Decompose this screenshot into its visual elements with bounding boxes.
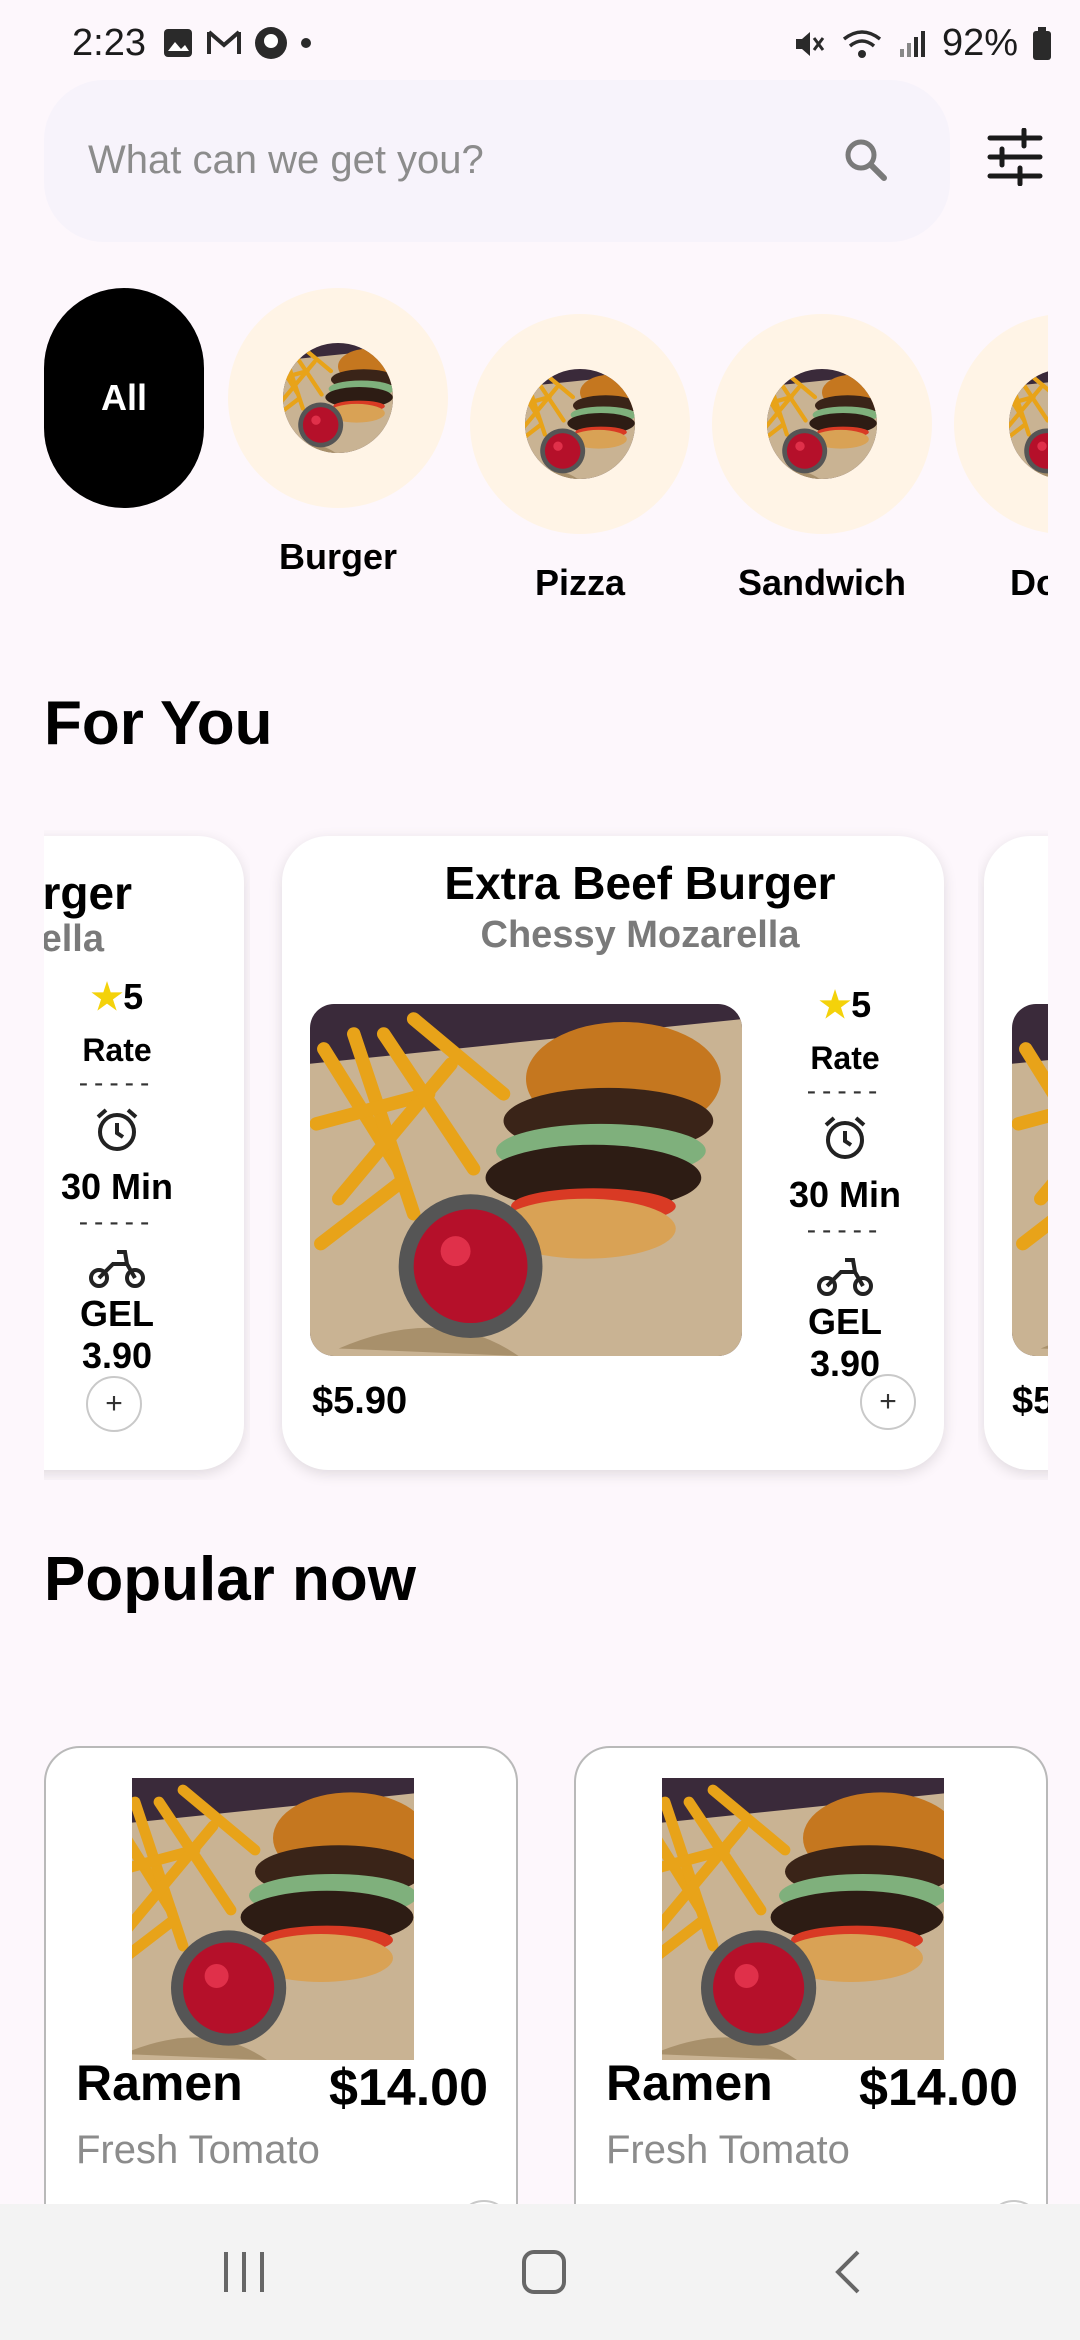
alarm-clock-icon bbox=[96, 1108, 138, 1151]
wifi-icon bbox=[842, 29, 882, 58]
card-stats: ★5 Rate ----- 30 Min ----- GEL 3.90 bbox=[780, 984, 910, 1385]
card-title: Extra Beef Burger bbox=[444, 857, 836, 909]
back-icon[interactable] bbox=[818, 2250, 878, 2294]
home-icon[interactable] bbox=[514, 2250, 574, 2294]
for-you-left-clip: rger ella ★5 Rate ----- 30 Min ----- GEL… bbox=[44, 830, 250, 1480]
card-price: $5 bbox=[1012, 1380, 1048, 1422]
rating-row: ★5 bbox=[52, 976, 182, 1018]
item-name: Ramen bbox=[606, 2055, 773, 2111]
search-icon[interactable] bbox=[840, 134, 890, 184]
food-card-right[interactable]: $5 bbox=[984, 836, 1048, 1470]
category-pizza[interactable] bbox=[470, 314, 690, 534]
card-left-title: rger bbox=[44, 867, 132, 919]
card-subtitle: Chessy Mozarella bbox=[480, 914, 800, 956]
item-price: $14.00 bbox=[858, 2059, 1018, 2117]
battery-percent: 92% bbox=[941, 22, 1018, 64]
alarm-clock-icon bbox=[824, 1116, 866, 1159]
rating-row: ★5 bbox=[780, 984, 910, 1026]
gallery-icon bbox=[164, 29, 192, 57]
delivery-scooter-icon bbox=[89, 1250, 145, 1288]
pizza-thumbnail bbox=[525, 369, 635, 479]
category-do[interactable] bbox=[954, 314, 1048, 534]
system-icons: 92% bbox=[792, 22, 1052, 65]
search-placeholder: What can we get you? bbox=[88, 138, 484, 182]
category-burger[interactable] bbox=[228, 288, 448, 508]
dot-icon bbox=[301, 38, 311, 48]
popular-now-title: Popular now bbox=[44, 1545, 416, 1614]
rate-label: Rate bbox=[82, 1032, 152, 1068]
burger-thumbnail bbox=[283, 343, 393, 453]
add-button[interactable]: + bbox=[86, 1376, 142, 1432]
add-button[interactable]: + bbox=[860, 1374, 916, 1430]
item-price: $14.00 bbox=[328, 2059, 488, 2117]
do-thumbnail bbox=[1009, 369, 1048, 479]
star-icon: ★ bbox=[818, 984, 852, 1025]
rating-value: 5 bbox=[851, 984, 872, 1025]
category-all[interactable]: All bbox=[44, 288, 204, 508]
separator: ----- bbox=[78, 1206, 156, 1237]
category-sandwich-label: Sandwich bbox=[737, 562, 907, 603]
status-time: 2:23 bbox=[72, 22, 146, 64]
category-all-label: All bbox=[100, 377, 147, 418]
recent-apps-icon[interactable] bbox=[214, 2250, 274, 2294]
category-do-label: Do bbox=[1010, 562, 1048, 603]
popular-card[interactable]: Ramen $14.00 Fresh Tomato + bbox=[574, 1746, 1048, 2250]
category-sandwich[interactable] bbox=[712, 314, 932, 534]
signal-icon bbox=[899, 30, 925, 57]
separator: ----- bbox=[806, 1214, 884, 1245]
item-subtitle: Fresh Tomato bbox=[606, 2128, 850, 2172]
burger-image bbox=[662, 1778, 944, 2060]
time-value: 30 Min bbox=[788, 1174, 902, 1215]
gmail-icon bbox=[207, 30, 241, 54]
rating-value: 5 bbox=[123, 976, 144, 1017]
card-left-stats: ★5 Rate ----- 30 Min ----- GEL 3.90 bbox=[52, 976, 182, 1377]
delivery-fee: GEL 3.90 bbox=[807, 1301, 882, 1384]
status-bar: 2:23 92% bbox=[0, 0, 1080, 90]
for-you-right-clip: $5 bbox=[978, 830, 1048, 1480]
food-card-extra-beef-burger[interactable]: Extra Beef Burger Chessy Mozarella $5.90… bbox=[282, 836, 944, 1470]
notification-icons bbox=[162, 26, 312, 60]
category-clip: Do bbox=[952, 300, 1048, 920]
item-subtitle: Fresh Tomato bbox=[76, 2128, 320, 2172]
sandwich-thumbnail bbox=[767, 369, 877, 479]
search-input[interactable]: What can we get you? bbox=[44, 80, 950, 242]
burger-image bbox=[310, 1004, 742, 1356]
popular-card[interactable]: Ramen $14.00 Fresh Tomato + bbox=[44, 1746, 518, 2250]
mute-icon bbox=[795, 31, 825, 56]
card-price: $5.90 bbox=[312, 1380, 408, 1422]
category-pizza-label: Pizza bbox=[534, 562, 626, 603]
burger-image bbox=[1012, 1004, 1048, 1356]
delivery-scooter-icon bbox=[817, 1258, 873, 1296]
star-icon: ★ bbox=[90, 976, 124, 1017]
card-left-subtitle: ella bbox=[44, 918, 104, 960]
for-you-title: For You bbox=[44, 689, 273, 758]
separator: ----- bbox=[78, 1067, 156, 1098]
rate-label: Rate bbox=[810, 1040, 880, 1076]
item-name: Ramen bbox=[76, 2055, 243, 2111]
category-burger-label: Burger bbox=[278, 536, 398, 577]
github-icon bbox=[255, 27, 287, 59]
food-card-left[interactable]: rger ella ★5 Rate ----- 30 Min ----- GEL… bbox=[44, 836, 244, 1470]
time-value: 30 Min bbox=[60, 1166, 174, 1207]
battery-icon bbox=[1033, 26, 1051, 60]
delivery-fee: GEL 3.90 bbox=[79, 1293, 154, 1376]
burger-image bbox=[132, 1778, 414, 2060]
sliders-icon[interactable] bbox=[986, 128, 1044, 186]
system-nav-bar bbox=[0, 2204, 1080, 2340]
separator: ----- bbox=[806, 1075, 884, 1106]
